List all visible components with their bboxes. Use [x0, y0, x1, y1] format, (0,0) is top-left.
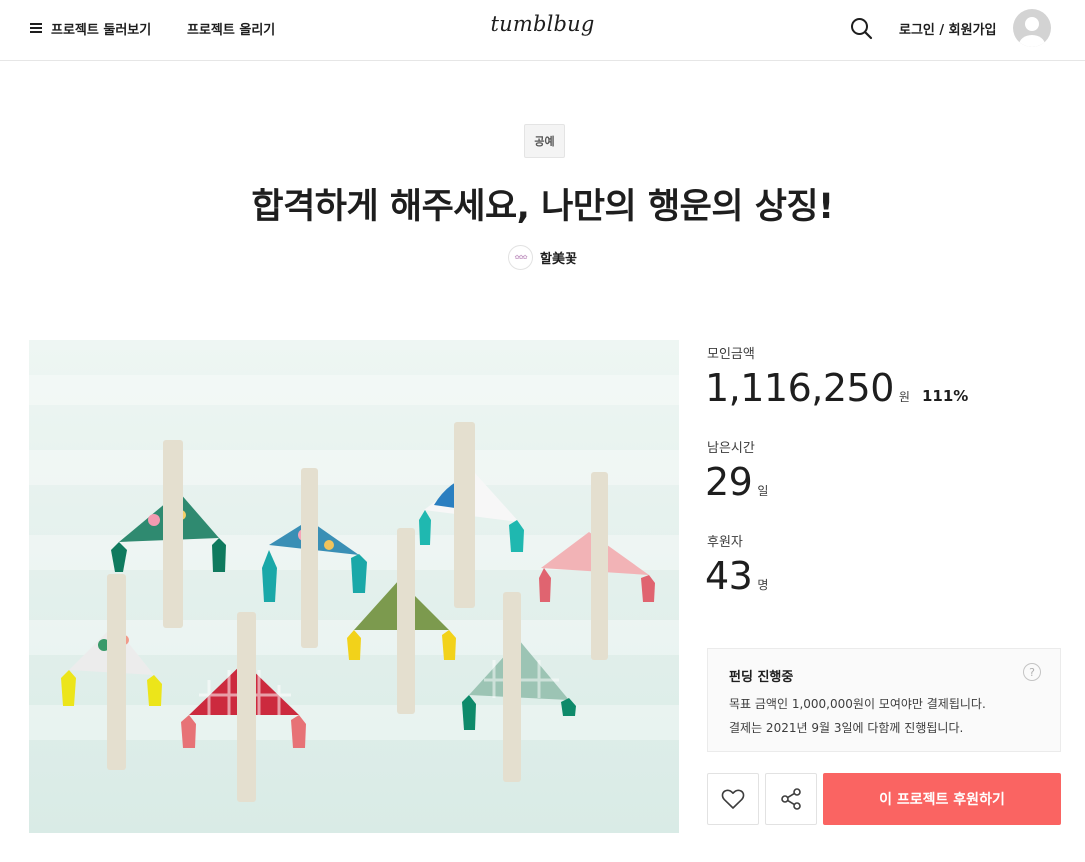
back-project-button[interactable]: 이 프로젝트 후원하기: [823, 773, 1061, 825]
project-main-image: [29, 340, 679, 833]
time-left-unit: 일: [757, 484, 769, 498]
funding-payment-date-text: 결제는 2021년 9월 3일에 다함께 진행됩니다.: [729, 721, 964, 735]
project-title: 합격하게 해주세요, 나만의 행운의 상징!: [251, 187, 834, 227]
funding-status-title: 펀딩 진행중: [729, 670, 794, 685]
backers-label: 후원자: [707, 535, 743, 550]
creator-link[interactable]: ✿✿✿ 할美꽃: [0, 245, 1085, 270]
backers-unit: 명: [757, 578, 769, 592]
creator-name: 할美꽃: [540, 252, 577, 267]
raised-amount-row: 1,116,250 원 111%: [705, 366, 968, 410]
creator-avatar: ✿✿✿: [508, 245, 534, 270]
raised-amount-label: 모인금액: [707, 347, 755, 362]
like-button[interactable]: [707, 773, 759, 825]
share-button[interactable]: [765, 773, 817, 825]
category-tag[interactable]: 공예: [524, 124, 565, 158]
user-avatar-icon: [1019, 17, 1045, 47]
question-icon[interactable]: ?: [1023, 663, 1041, 681]
login-signup-link[interactable]: 로그인 / 회원가입: [899, 0, 997, 56]
backers-row: 43 명: [705, 554, 768, 598]
search-icon: [851, 18, 873, 40]
share-icon: [781, 788, 801, 810]
logo-text[interactable]: tumblbug: [490, 12, 594, 36]
raised-amount-unit: 원: [898, 390, 910, 404]
user-avatar[interactable]: [1013, 9, 1051, 47]
raised-percent: 111%: [921, 387, 969, 405]
search-button[interactable]: [849, 16, 873, 40]
raised-amount-value: 1,116,250: [705, 366, 894, 410]
time-left-value: 29: [705, 460, 753, 504]
funding-status-box: 펀딩 진행중 ? 목표 금액인 1,000,000원이 모여야만 결제됩니다. …: [707, 648, 1061, 752]
time-left-label: 남은시간: [707, 441, 755, 456]
funding-goal-text: 목표 금액인 1,000,000원이 모여야만 결제됩니다.: [729, 697, 986, 711]
site-header: 프로젝트 둘러보기 프로젝트 올리기 tumblbug 로그인 / 회원가입: [0, 0, 1085, 61]
backers-value: 43: [705, 554, 753, 598]
time-left-row: 29 일: [705, 460, 768, 504]
heart-icon: [721, 789, 745, 809]
